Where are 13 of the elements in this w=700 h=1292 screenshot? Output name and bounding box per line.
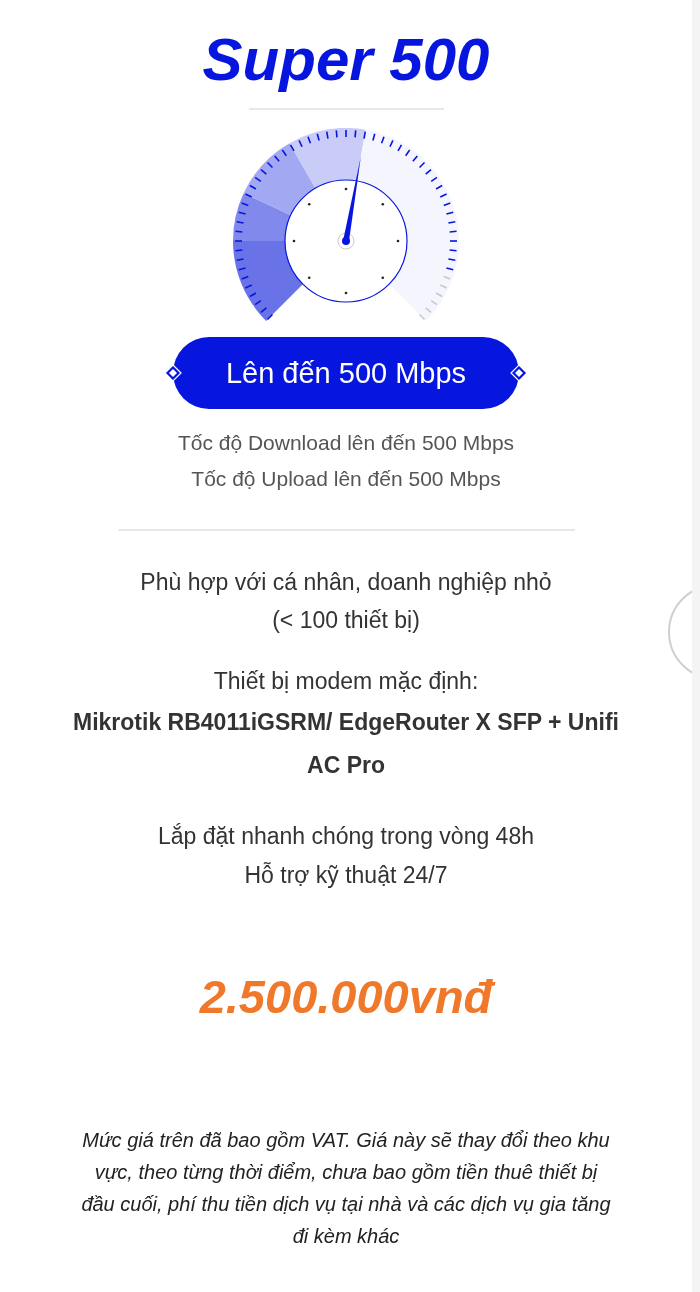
service-text: Hỗ trợ kỹ thuật 24/7 <box>244 861 448 890</box>
speed-text: Tốc độ Upload lên đến 500 Mbps <box>191 466 501 492</box>
speed-badge: Lên đến 500 Mbps <box>173 337 519 409</box>
diamond-icon <box>164 364 182 382</box>
plan-title: Super 500 <box>202 25 490 95</box>
modem-label: Thiết bị modem mặc định: <box>213 667 479 696</box>
price-note: Mức giá trên đã bao gồm VAT. Giá này sẽ thay đổi theo khu vực, theo từng thời điểm, chưa bao gồm tiền thuê thiết bị đầu cuối, phí thu tiền dịch vụ tại nhà và các dịch vụ gia tăng đi kèm khác <box>80 1128 612 1249</box>
suitability-text: Phù hợp với cá nhân, doanh nghiệp nhỏ <box>140 568 552 597</box>
speed-text: Tốc độ Download lên đến 500 Mbps <box>177 430 515 456</box>
diamond-icon <box>510 364 528 382</box>
suitability-text: (< 100 thiết bị) <box>272 606 420 635</box>
modem-models: Mikrotik RB4011iGSRM/ EdgeRouter X SFP + Unifi AC Pro <box>72 708 620 780</box>
service-text: Lắp đặt nhanh chóng trong vòng 48h <box>158 822 534 851</box>
